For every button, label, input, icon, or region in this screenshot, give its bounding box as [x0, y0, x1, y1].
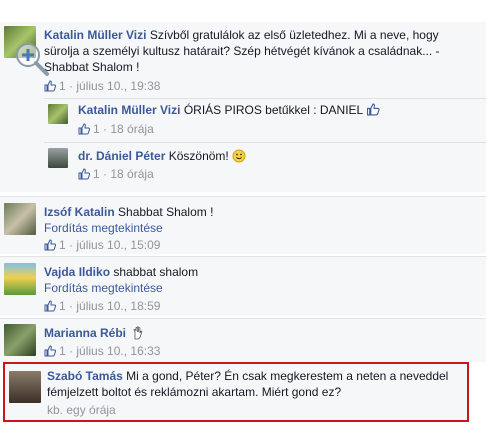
comment-body: Szabó Tamás Mi a gond, Péter? Én csak me… — [47, 369, 448, 384]
hand-icon — [133, 326, 143, 340]
like-icon[interactable] — [78, 168, 90, 180]
avatar[interactable] — [48, 104, 68, 124]
separator: · — [69, 238, 74, 252]
timestamp[interactable]: július 10., 16:33 — [76, 344, 160, 358]
reply-body: Katalin Müller Vizi ÓRIÁS PIROS betűkkel… — [78, 103, 380, 118]
author-link[interactable]: Katalin Müller Vizi — [44, 28, 146, 42]
like-count[interactable]: 1 — [93, 167, 100, 181]
like-count[interactable]: 1 — [59, 344, 66, 358]
timestamp[interactable]: július 10., 19:38 — [76, 79, 160, 93]
comment-text: shabbat shalom — [113, 265, 199, 279]
comment-body: Vajda Ildiko shabbat shalom — [44, 265, 198, 280]
comment-item: Vajda Ildiko shabbat shalom Fordítás meg… — [0, 256, 486, 316]
comment-text: Mi a gond, Péter? Én csak megkerestem a … — [126, 369, 449, 383]
timestamp[interactable]: július 10., 18:59 — [76, 299, 160, 313]
comment-text-line: Shabbat Shalom ! — [44, 60, 140, 74]
separator: · — [103, 122, 108, 136]
comment-meta: 1 · július 10., 16:33 — [44, 344, 160, 359]
like-icon[interactable] — [78, 123, 90, 135]
comment-body: Marianna Rébi — [44, 326, 144, 341]
comment-meta: 1 · július 10., 15:09 — [44, 238, 160, 253]
like-icon[interactable] — [44, 345, 56, 357]
reply-text: ÓRIÁS PIROS betűkkel : DANIEL — [183, 103, 363, 117]
reply-meta: 1 · 18 órája — [78, 122, 154, 137]
author-link[interactable]: Katalin Müller Vizi — [78, 103, 180, 117]
comment-meta: 1 · július 10., 19:38 — [44, 79, 160, 94]
like-icon[interactable] — [44, 239, 56, 251]
author-link[interactable]: Izsóf Katalin — [44, 205, 115, 219]
like-count[interactable]: 1 — [59, 299, 66, 313]
like-icon[interactable] — [44, 80, 56, 92]
like-count[interactable]: 1 — [93, 122, 100, 136]
separator: · — [103, 167, 108, 181]
comment-text-line: fémjelzett boltot és reklámozni akartam.… — [47, 385, 342, 399]
smiley-icon — [232, 149, 246, 163]
timestamp[interactable]: kb. egy órája — [47, 403, 116, 418]
reply-text: Köszönöm! — [168, 149, 229, 163]
avatar[interactable] — [9, 371, 41, 403]
comment-body: Katalin Müller Vizi Szívből gratulálok a… — [44, 28, 439, 43]
highlighted-comment: Szabó Tamás Mi a gond, Péter? Én csak me… — [3, 362, 469, 422]
divider — [44, 142, 486, 143]
avatar[interactable] — [4, 324, 36, 356]
timestamp[interactable]: július 10., 15:09 — [76, 238, 160, 252]
translate-link[interactable]: Fordítás megtekintése — [44, 221, 163, 236]
reply-body: dr. Dániel Péter Köszönöm! — [78, 149, 246, 164]
comment-body: Izsóf Katalin Shabbat Shalom ! — [44, 205, 213, 220]
author-link[interactable]: Vajda Ildiko — [44, 265, 110, 279]
comment-item: Katalin Müller Vizi Szívből gratulálok a… — [0, 22, 486, 192]
thumbs-up-icon — [367, 103, 380, 116]
comment-item: Marianna Rébi 1 · július 10., 16:33 — [0, 318, 486, 362]
comment-meta: 1 · július 10., 18:59 — [44, 299, 160, 314]
like-icon[interactable] — [44, 300, 56, 312]
comment-text: Shabbat Shalom ! — [118, 205, 214, 219]
like-count[interactable]: 1 — [59, 238, 66, 252]
zoom-icon[interactable] — [13, 40, 51, 78]
divider — [44, 98, 486, 99]
comment-text-line: sürolja a személyi kultusz határait? Szé… — [44, 44, 440, 58]
avatar[interactable] — [4, 263, 36, 295]
translate-link[interactable]: Fordítás megtekintése — [44, 281, 163, 296]
comment-item: Izsóf Katalin Shabbat Shalom ! Fordítás … — [0, 196, 486, 254]
comment-text: Szívből gratulálok az első üzletedhez. M… — [149, 28, 439, 42]
like-count[interactable]: 1 — [59, 79, 66, 93]
timestamp[interactable]: 18 órája — [110, 167, 153, 181]
separator: · — [69, 344, 74, 358]
timestamp[interactable]: 18 órája — [110, 122, 153, 136]
separator: · — [69, 299, 74, 313]
author-link[interactable]: dr. Dániel Péter — [78, 149, 165, 163]
avatar[interactable] — [4, 203, 36, 235]
comment-thread: Katalin Müller Vizi Szívből gratulálok a… — [0, 0, 490, 437]
author-link[interactable]: Marianna Rébi — [44, 326, 126, 340]
separator: · — [69, 79, 74, 93]
author-link[interactable]: Szabó Tamás — [47, 369, 123, 383]
reply-meta: 1 · 18 órája — [78, 167, 154, 182]
avatar[interactable] — [48, 148, 68, 168]
